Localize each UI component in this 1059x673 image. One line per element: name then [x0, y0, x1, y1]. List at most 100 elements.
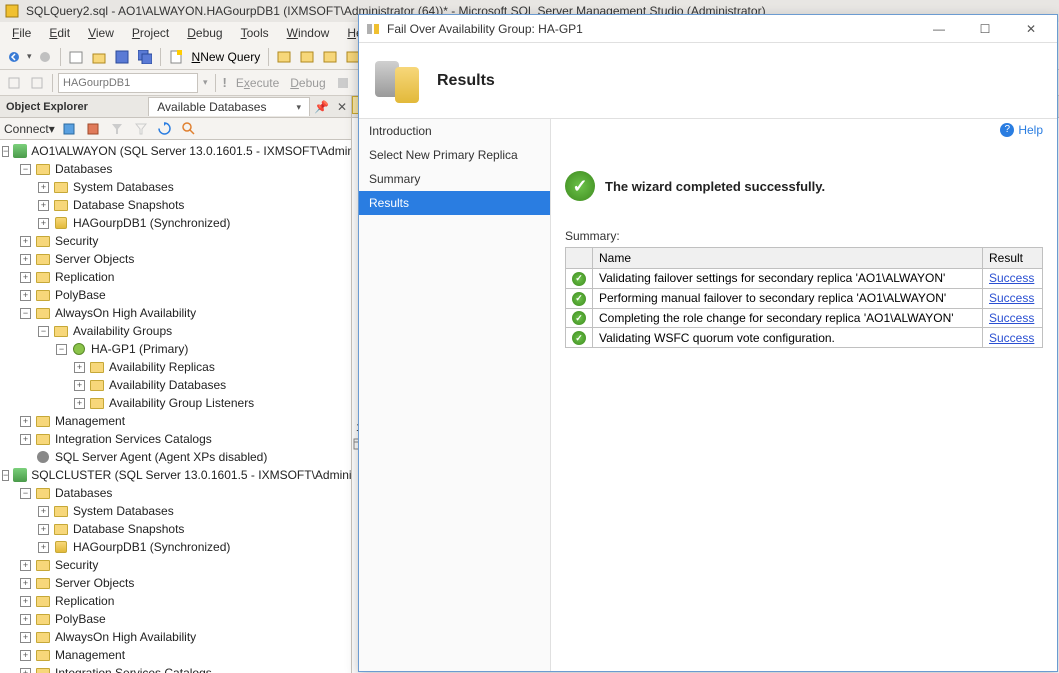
tool-b2[interactable]	[27, 73, 47, 93]
tree-alwayson-2[interactable]: +AlwaysOn High Availability	[0, 628, 351, 646]
filter2-icon[interactable]	[131, 119, 151, 139]
row-result[interactable]: Success	[983, 269, 1043, 289]
folder-icon	[53, 198, 69, 212]
menu-project[interactable]: Project	[124, 24, 177, 42]
new-project-icon[interactable]	[66, 47, 86, 67]
folder-icon	[35, 576, 51, 590]
tree-security[interactable]: +Security	[0, 232, 351, 250]
menu-tools[interactable]: Tools	[233, 24, 277, 42]
tree-availgroups[interactable]: −Availability Groups	[0, 322, 351, 340]
dialog-split: Introduction Select New Primary Replica …	[359, 119, 1057, 671]
tree-mgmt[interactable]: +Management	[0, 412, 351, 430]
nav-summary[interactable]: Summary	[359, 167, 550, 191]
tree-security-2[interactable]: +Security	[0, 556, 351, 574]
menu-file[interactable]: File	[4, 24, 39, 42]
wizard-big-icon	[375, 57, 423, 105]
help-link[interactable]: ? Help	[1000, 123, 1043, 137]
col-result: Result	[983, 248, 1043, 269]
save-all-icon[interactable]	[135, 47, 155, 67]
pin-icon[interactable]: 📌	[310, 100, 333, 114]
open-icon[interactable]	[89, 47, 109, 67]
menu-window[interactable]: Window	[279, 24, 338, 42]
nav-select-replica[interactable]: Select New Primary Replica	[359, 143, 550, 167]
menu-debug[interactable]: Debug	[179, 24, 230, 42]
help-icon: ?	[1000, 123, 1014, 137]
tree-agent[interactable]: SQL Server Agent (Agent XPs disabled)	[0, 448, 351, 466]
tree-polybase-2[interactable]: +PolyBase	[0, 610, 351, 628]
separator	[215, 74, 216, 92]
close-button[interactable]: ✕	[1011, 19, 1051, 39]
database-combo[interactable]: HAGourpDB1	[58, 73, 198, 93]
dialog-content: ? Help ✓ The wizard completed successful…	[551, 119, 1057, 671]
tree-intsvc-2[interactable]: +Integration Services Catalogs	[0, 664, 351, 673]
row-result[interactable]: Success	[983, 288, 1043, 308]
execute-btn[interactable]: Execute	[232, 76, 283, 90]
connect-icon-2[interactable]	[83, 119, 103, 139]
tree-hadb[interactable]: +HAGourpDB1 (Synchronized)	[0, 214, 351, 232]
tree-snap[interactable]: +Database Snapshots	[0, 196, 351, 214]
tree-sysdb-2[interactable]: +System Databases	[0, 502, 351, 520]
oe-tree[interactable]: −AO1\ALWAYON (SQL Server 13.0.1601.5 - I…	[0, 140, 351, 673]
nav-introduction[interactable]: Introduction	[359, 119, 550, 143]
tree-intsvc[interactable]: +Integration Services Catalogs	[0, 430, 351, 448]
menu-edit[interactable]: Edit	[41, 24, 78, 42]
tree-server-2[interactable]: −SQLCLUSTER (SQL Server 13.0.1601.5 - IX…	[0, 466, 351, 484]
row-name: Completing the role change for secondary…	[593, 308, 983, 328]
tree-hadb-2[interactable]: +HAGourpDB1 (Synchronized)	[0, 538, 351, 556]
tree-serverobj-2[interactable]: +Server Objects	[0, 574, 351, 592]
tree-replication-2[interactable]: +Replication	[0, 592, 351, 610]
maximize-button[interactable]: ☐	[965, 19, 1005, 39]
success-row: ✓ The wizard completed successfully.	[565, 171, 1043, 201]
search-icon[interactable]	[179, 119, 199, 139]
tree-sysdb[interactable]: +System Databases	[0, 178, 351, 196]
folder-icon	[35, 288, 51, 302]
table-row: ✓Completing the role change for secondar…	[566, 308, 1043, 328]
tree-databases[interactable]: −Databases	[0, 160, 351, 178]
tree-alwayson[interactable]: −AlwaysOn High Availability	[0, 304, 351, 322]
combo-arrow[interactable]: ▾	[201, 77, 210, 88]
tool-b1[interactable]	[4, 73, 24, 93]
tree-polybase[interactable]: +PolyBase	[0, 286, 351, 304]
dialog-title-bar[interactable]: Fail Over Availability Group: HA-GP1 — ☐…	[359, 15, 1057, 43]
tree-availdb[interactable]: +Availability Databases	[0, 376, 351, 394]
fwd-btn[interactable]	[35, 47, 55, 67]
save-icon[interactable]	[112, 47, 132, 67]
row-result[interactable]: Success	[983, 328, 1043, 348]
dropdown-arrow[interactable]: ▾	[27, 51, 32, 62]
back-btn[interactable]	[4, 47, 24, 67]
server-icon	[13, 468, 27, 482]
folder-icon	[35, 594, 51, 608]
failover-dialog: Fail Over Availability Group: HA-GP1 — ☐…	[358, 14, 1058, 672]
new-query-icon[interactable]	[166, 47, 186, 67]
tbl-icon-1[interactable]	[274, 47, 294, 67]
close-icon[interactable]: ✕	[333, 100, 351, 114]
tree-serverobj[interactable]: +Server Objects	[0, 250, 351, 268]
tree-server-1[interactable]: −AO1\ALWAYON (SQL Server 13.0.1601.5 - I…	[0, 142, 351, 160]
dropdown-arrow-icon[interactable]: ▾	[296, 102, 301, 113]
tree-hagp1[interactable]: −HA-GP1 (Primary)	[0, 340, 351, 358]
tree-availrep[interactable]: +Availability Replicas	[0, 358, 351, 376]
row-result[interactable]: Success	[983, 308, 1043, 328]
tbl-icon-2[interactable]	[297, 47, 317, 67]
filter-icon[interactable]	[107, 119, 127, 139]
new-query-btn[interactable]: NNew Query	[189, 50, 264, 64]
stop-icon[interactable]	[333, 73, 353, 93]
tbl-icon-3[interactable]	[320, 47, 340, 67]
nav-results[interactable]: Results	[359, 191, 550, 215]
connect-btn[interactable]: Connect▾	[4, 122, 55, 136]
dialog-header: Results	[359, 43, 1057, 119]
row-check-icon: ✓	[566, 288, 593, 308]
menu-view[interactable]: View	[80, 24, 122, 42]
available-databases-tab[interactable]: Available Databases ▾	[148, 97, 310, 116]
tree-availlist[interactable]: +Availability Group Listeners	[0, 394, 351, 412]
connect-icon-1[interactable]	[59, 119, 79, 139]
tree-snap-2[interactable]: +Database Snapshots	[0, 520, 351, 538]
dialog-nav: Introduction Select New Primary Replica …	[359, 119, 551, 671]
tree-mgmt-2[interactable]: +Management	[0, 646, 351, 664]
tree-databases-2[interactable]: −Databases	[0, 484, 351, 502]
debug-btn[interactable]: Debug	[286, 76, 329, 90]
refresh-icon[interactable]	[155, 119, 175, 139]
app-icon	[4, 3, 20, 19]
minimize-button[interactable]: —	[919, 19, 959, 39]
tree-replication[interactable]: +Replication	[0, 268, 351, 286]
